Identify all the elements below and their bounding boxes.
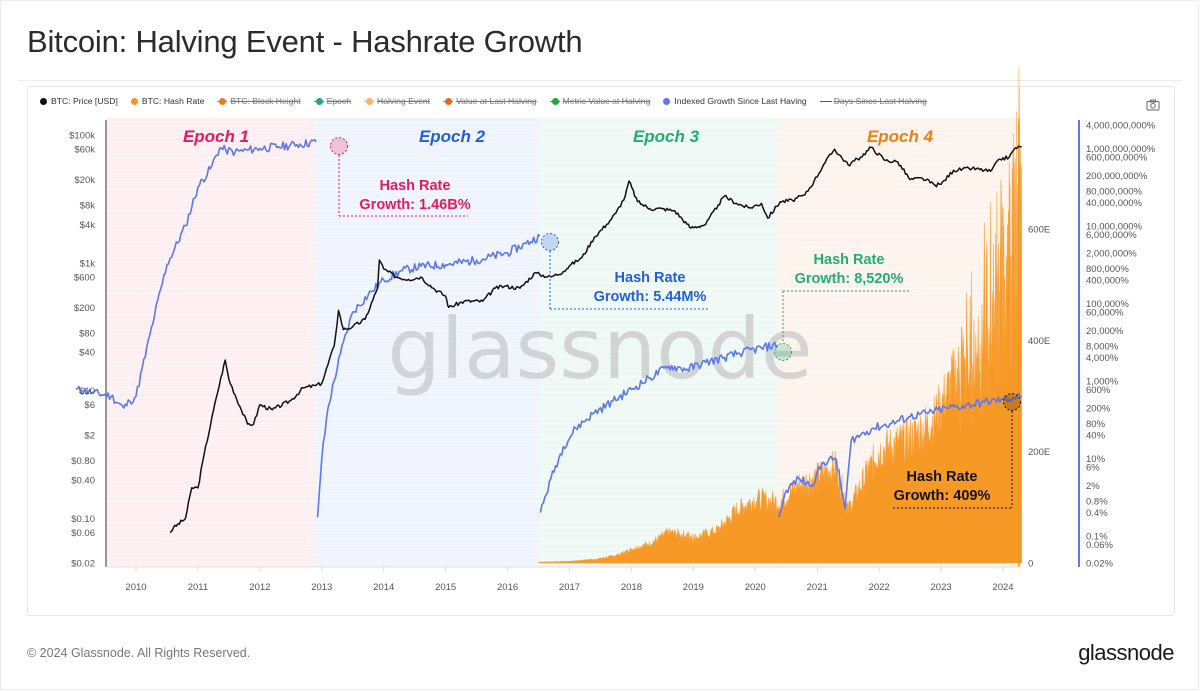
x-tick-label: 2012 xyxy=(249,582,270,593)
growth-tick-label: 800,000% xyxy=(1086,264,1129,275)
hashrate-tick-label: 0 xyxy=(1028,559,1033,570)
epoch-label: Epoch 1 xyxy=(183,127,249,146)
growth-tick-label: 80% xyxy=(1086,419,1106,430)
footer-copyright: © 2024 Glassnode. All Rights Reserved. xyxy=(27,646,251,660)
price-tick-label: $0.40 xyxy=(71,475,95,486)
halving-marker xyxy=(541,233,559,251)
price-tick-label: $1k xyxy=(80,258,96,269)
growth-tick-label: 200% xyxy=(1086,403,1111,414)
growth-tick-label: 20,000% xyxy=(1086,326,1124,337)
price-tick-label: $200 xyxy=(74,303,95,314)
x-tick-label: 2024 xyxy=(992,582,1013,593)
footer-logo: glassnode xyxy=(1078,640,1174,665)
growth-tick-label: 0.02% xyxy=(1086,559,1113,570)
growth-tick-label: 2% xyxy=(1086,481,1100,492)
annotation-title: Hash Rate xyxy=(814,252,885,268)
price-tick-label: $8k xyxy=(80,201,96,212)
x-tick-label: 2022 xyxy=(869,582,890,593)
price-tick-label: $0.06 xyxy=(71,528,95,539)
annotation-value: Growth: 1.46B% xyxy=(359,197,470,213)
x-tick-label: 2021 xyxy=(807,582,828,593)
annotation-title: Hash Rate xyxy=(615,270,686,286)
x-tick-label: 2010 xyxy=(125,582,146,593)
price-tick-label: $40 xyxy=(79,348,95,359)
x-tick-label: 2017 xyxy=(559,582,580,593)
epoch-label: Epoch 2 xyxy=(419,127,486,146)
x-tick-label: 2016 xyxy=(497,582,518,593)
growth-tick-label: 0.06% xyxy=(1086,540,1113,551)
growth-tick-label: 4,000,000,000% xyxy=(1086,121,1156,132)
growth-tick-label: 2,000,000% xyxy=(1086,248,1137,259)
annotation-value: Growth: 5.44M% xyxy=(594,289,707,305)
annotation-title: Hash Rate xyxy=(380,178,451,194)
growth-tick-label: 400,000% xyxy=(1086,276,1129,287)
growth-tick-label: 40% xyxy=(1086,431,1106,442)
growth-tick-label: 0.8% xyxy=(1086,496,1108,507)
annotation-title: Hash Rate xyxy=(907,469,978,485)
halving-marker xyxy=(1003,393,1021,411)
hashrate-tick-label: 400E xyxy=(1028,336,1050,347)
growth-tick-label: 200,000,000% xyxy=(1086,171,1148,182)
growth-tick-label: 60,000% xyxy=(1086,307,1124,318)
price-tick-label: $10 xyxy=(79,386,95,397)
growth-tick-label: 600,000,000% xyxy=(1086,152,1148,163)
growth-tick-label: 4,000% xyxy=(1086,353,1119,364)
price-tick-label: $100k xyxy=(69,131,95,142)
x-tick-label: 2018 xyxy=(621,582,642,593)
hashrate-tick-label: 600E xyxy=(1028,225,1050,236)
price-tick-label: $60k xyxy=(74,145,95,156)
annotation-value: Growth: 409% xyxy=(894,488,991,504)
epoch-label: Epoch 3 xyxy=(633,127,700,146)
price-tick-label: $4k xyxy=(80,220,96,231)
price-tick-label: $0.10 xyxy=(71,514,95,525)
chart: glassnodeEpoch 1 Epoch 2 Epoch 3 Epoch 4Has… xyxy=(69,67,1156,593)
x-tick-label: 2011 xyxy=(188,582,208,593)
price-tick-label: $80 xyxy=(79,328,95,339)
price-tick-label: $0.02 xyxy=(71,559,95,570)
x-tick-label: 2014 xyxy=(373,582,394,593)
growth-tick-label: 8,000% xyxy=(1086,341,1119,352)
price-tick-label: $0.80 xyxy=(71,456,95,467)
growth-tick-label: 0.4% xyxy=(1086,508,1108,519)
growth-tick-label: 600% xyxy=(1086,385,1111,396)
x-tick-label: 2019 xyxy=(683,582,704,593)
epoch-label: Epoch 4 xyxy=(867,127,934,146)
growth-tick-label: 40,000,000% xyxy=(1086,198,1143,209)
x-tick-label: 2020 xyxy=(745,582,766,593)
epoch-band xyxy=(106,118,317,567)
growth-tick-label: 6% xyxy=(1086,462,1100,473)
halving-marker xyxy=(330,137,348,155)
x-tick-label: 2013 xyxy=(311,582,332,593)
x-tick-label: 2015 xyxy=(435,582,456,593)
price-tick-label: $600 xyxy=(74,272,95,283)
annotation-value: Growth: 8,520% xyxy=(795,271,904,287)
hashrate-tick-label: 200E xyxy=(1028,447,1050,458)
price-tick-label: $20k xyxy=(74,175,95,186)
growth-tick-label: 6,000,000% xyxy=(1086,230,1137,241)
price-tick-label: $2 xyxy=(84,431,95,442)
growth-tick-label: 80,000,000% xyxy=(1086,186,1143,197)
halving-marker xyxy=(774,343,792,361)
x-tick-label: 2023 xyxy=(931,582,952,593)
price-tick-label: $6 xyxy=(84,400,95,411)
